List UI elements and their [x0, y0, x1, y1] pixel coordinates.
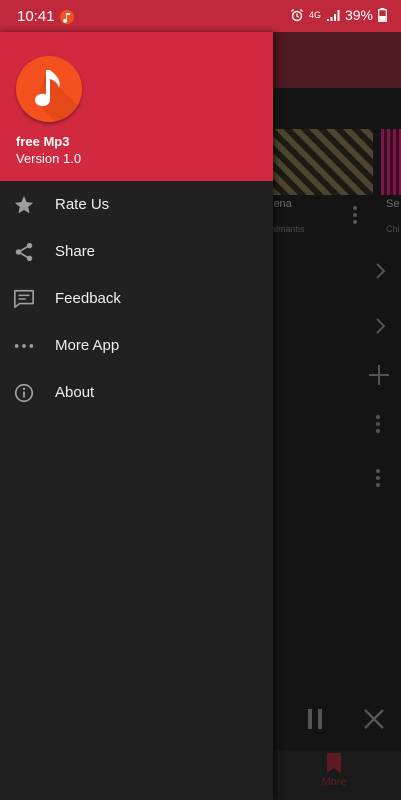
bottom-nav-more-label: More — [321, 776, 347, 788]
background-thumbnail — [381, 129, 401, 195]
add-icon — [367, 363, 391, 387]
music-note-icon — [16, 56, 82, 122]
menu-item-more-app[interactable]: More App — [0, 322, 273, 369]
more-horizontal-icon — [13, 335, 35, 357]
feedback-icon — [13, 288, 35, 310]
alarm-icon — [290, 8, 304, 22]
status-indicators: 4G 39% — [290, 7, 387, 23]
menu-label: Rate Us — [55, 196, 110, 213]
menu-item-about[interactable]: About — [0, 369, 273, 416]
battery-icon — [378, 8, 387, 22]
menu-item-rate-us[interactable]: Rate Us — [0, 181, 273, 228]
menu-label: More App — [55, 337, 120, 354]
status-bar: 10:41 4G 39% — [0, 0, 401, 32]
overflow-menu-icon — [343, 203, 367, 227]
overflow-menu-icon — [366, 466, 390, 490]
menu-item-feedback[interactable]: Feedback — [0, 275, 273, 322]
pause-icon — [303, 707, 327, 731]
music-app-notification-icon — [60, 10, 74, 24]
navigation-drawer: free Mp3 Version 1.0 Rate Us Share Feedb… — [0, 32, 273, 800]
background-card-subtitle: Chi — [386, 224, 400, 234]
background-card-subtitle: almantis — [271, 224, 305, 234]
menu-item-share[interactable]: Share — [0, 228, 273, 275]
background-thumbnail — [273, 129, 373, 195]
drawer-header: free Mp3 Version 1.0 — [0, 32, 273, 181]
chevron-right-icon — [368, 314, 392, 338]
info-icon — [13, 382, 35, 404]
background-card-title: lena — [271, 198, 292, 210]
app-version: Version 1.0 — [16, 151, 82, 166]
drawer-menu: Rate Us Share Feedback More App About — [0, 181, 273, 416]
menu-label: Feedback — [55, 290, 121, 307]
share-icon — [13, 241, 35, 263]
menu-label: About — [55, 384, 95, 401]
menu-label: Share — [55, 243, 96, 260]
app-name: free Mp3 — [16, 134, 70, 149]
chevron-right-icon — [368, 259, 392, 283]
status-time: 10:41 — [17, 8, 55, 25]
background-card-title: Se — [386, 198, 400, 210]
signal-icon — [326, 8, 340, 22]
bookmark-icon — [324, 752, 344, 774]
close-icon — [362, 707, 386, 731]
network-type: 4G — [308, 9, 321, 20]
overflow-menu-icon — [366, 412, 390, 436]
battery-percent: 39% — [344, 7, 373, 23]
star-icon — [13, 194, 35, 216]
